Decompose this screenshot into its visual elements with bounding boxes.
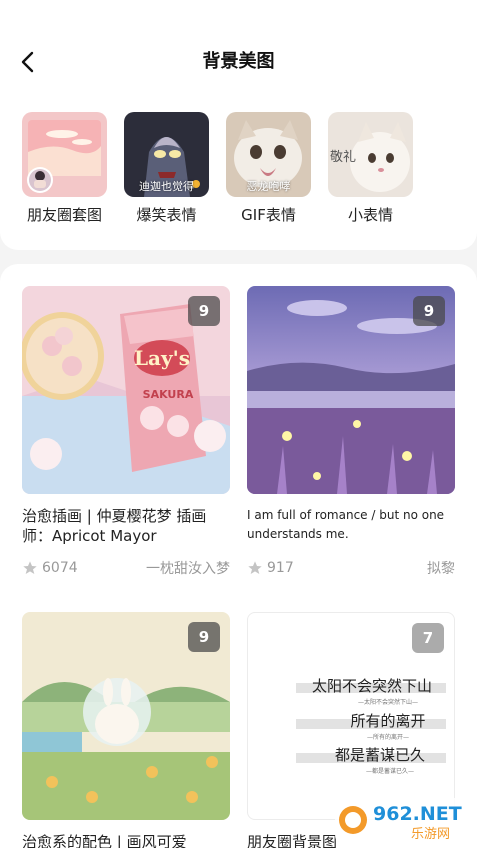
thumbnail-caption: 恶龙咆哮: [246, 180, 291, 193]
feed-card[interactable]: 9 I am full of romance / but no one unde…: [247, 286, 455, 577]
card-meta: 917 拟黎: [247, 558, 455, 578]
star-icon: [248, 561, 262, 574]
card-image: 9: [247, 286, 455, 494]
site-watermark-logo: 962.NET 乐游网: [335, 798, 471, 842]
card-title: 治愈插画 | 仲夏樱花梦 插画师：Apricot Mayor: [22, 507, 207, 545]
category-moments-set[interactable]: 朋友圈套图: [22, 112, 107, 225]
category-thumb: 恶龙咆哮: [226, 112, 311, 197]
card-image: Lay's SAKURA 9: [22, 286, 230, 494]
category-list: 朋友圈套图 迪迦也觉得 爆笑表情 恶龙咆哮 GIF表情 敬礼 小表情: [22, 112, 413, 225]
card-title: 治愈系的配色 | 画风可爱: [22, 833, 187, 848]
quote-subline: —所有的离开—: [367, 733, 409, 741]
card-meta: 6074 一枕甜汝入梦: [22, 558, 230, 578]
category-gif-stickers[interactable]: 恶龙咆哮 GIF表情: [226, 112, 311, 225]
like-count: 917: [267, 560, 294, 576]
category-thumb: [22, 112, 107, 197]
quote-subline: —都是蓄谋已久—: [366, 767, 414, 775]
category-funny-stickers[interactable]: 迪迦也觉得 爆笑表情: [124, 112, 209, 225]
image-feed: Lay's SAKURA 9 治愈插画 | 仲夏樱花梦 插画师：Apricot …: [0, 264, 477, 848]
category-label: 小表情: [347, 206, 393, 224]
category-thumb: 迪迦也觉得: [124, 112, 209, 197]
watermark-sub: 乐游网: [411, 827, 450, 842]
category-label: GIF表情: [241, 206, 296, 224]
star-icon: [23, 561, 37, 574]
chips-flavor-text: SAKURA: [143, 388, 194, 401]
likes: 6074: [22, 560, 78, 576]
category-thumb: 敬礼: [328, 112, 413, 197]
quote-subline: —太阳不会突然下山—: [358, 698, 418, 706]
quote-line: 太阳不会突然下山: [312, 677, 432, 695]
watermark-main: 962.NET: [373, 803, 462, 825]
category-label: 爆笑表情: [136, 206, 197, 224]
page-title: 背景美图: [202, 51, 275, 72]
likes: 917: [247, 560, 294, 576]
category-small-stickers[interactable]: 敬礼 小表情: [328, 112, 413, 225]
image-count-badge: 7: [412, 623, 444, 653]
image-count-badge: 9: [188, 296, 220, 326]
pink-sky-thumbnail: [22, 112, 107, 197]
card-title: I am full of romance / but no one unders…: [247, 508, 445, 541]
author-name[interactable]: 一枕甜汝入梦: [146, 558, 230, 578]
category-label: 朋友圈套图: [26, 206, 102, 224]
quote-line: 所有的离开: [350, 712, 425, 730]
like-count: 6074: [42, 560, 78, 576]
chips-brand-text: Lay's: [134, 346, 190, 370]
image-count-badge: 9: [188, 622, 220, 652]
feed-card[interactable]: 9 治愈系的配色 | 画风可爱: [22, 612, 230, 848]
thumbnail-caption: 迪迦也觉得: [139, 180, 194, 193]
thumbnail-caption: 敬礼: [330, 150, 357, 165]
header-panel: 背景美图 朋友圈套图 迪迦也觉得 爆笑表情 恶龙咆哮 GIF表情 敬礼 小表情: [0, 0, 477, 250]
image-count-badge: 9: [413, 296, 445, 326]
author-name[interactable]: 拟黎: [427, 558, 455, 578]
quote-line: 都是蓄谋已久: [335, 746, 425, 764]
card-image: 太阳不会突然下山 —太阳不会突然下山— 所有的离开 —所有的离开— 都是蓄谋已久…: [247, 612, 455, 820]
feed-card[interactable]: Lay's SAKURA 9 治愈插画 | 仲夏樱花梦 插画师：Apricot …: [22, 286, 230, 577]
screen: 背景美图 朋友圈套图 迪迦也觉得 爆笑表情 恶龙咆哮 GIF表情 敬礼 小表情 …: [0, 0, 477, 848]
card-image: 9: [22, 612, 230, 820]
